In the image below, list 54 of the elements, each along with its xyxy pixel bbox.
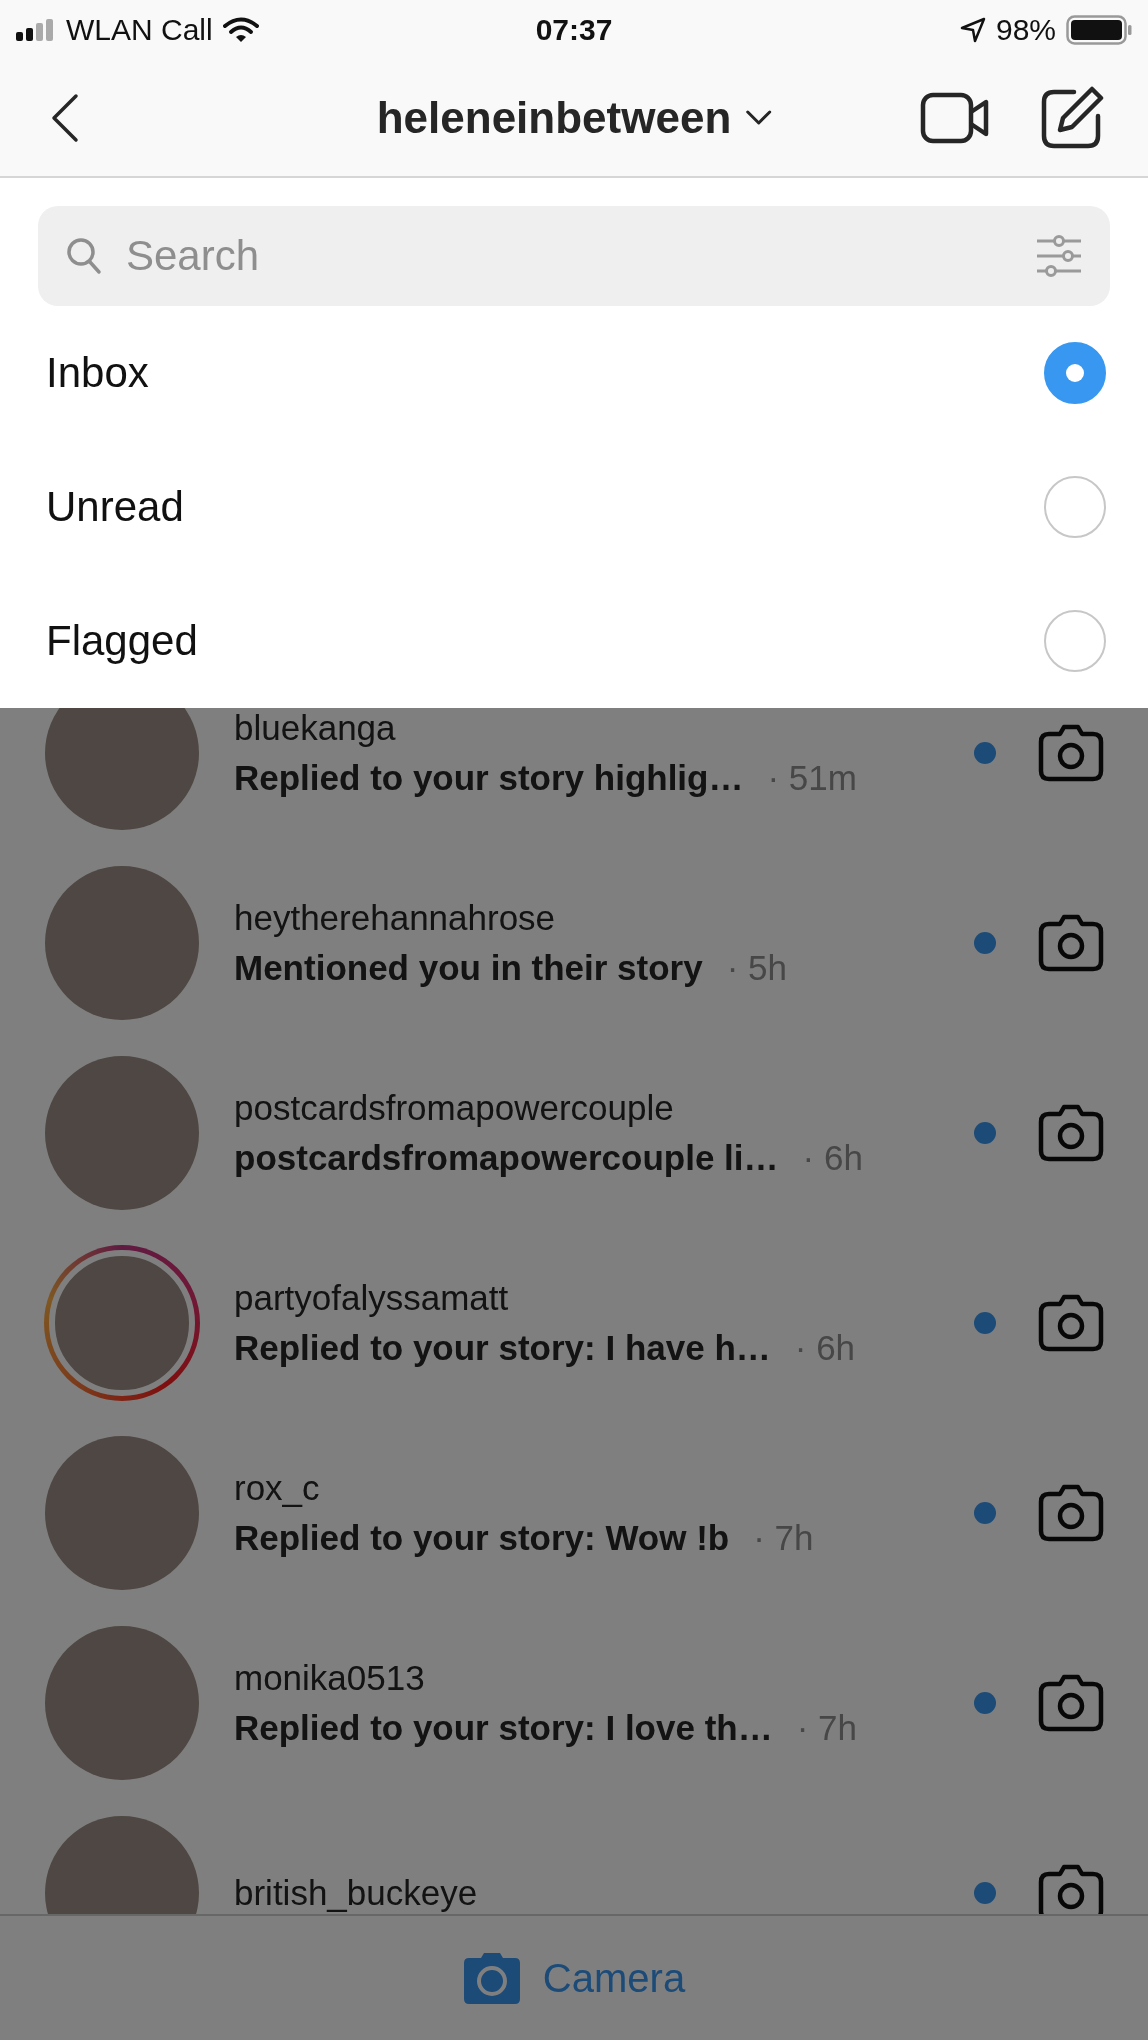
filter-option[interactable]: Unread — [38, 440, 1110, 574]
battery-icon — [1066, 15, 1132, 45]
username: british_buckeye — [234, 1873, 479, 1913]
message-preview: Mentioned you in their story — [234, 948, 703, 988]
camera-icon — [462, 1952, 521, 2004]
camera-icon[interactable] — [1038, 724, 1104, 782]
username: partyofalyssamatt — [234, 1278, 510, 1318]
video-camera-icon[interactable] — [920, 90, 990, 146]
filter-option[interactable]: Inbox — [38, 306, 1110, 440]
username: postcardsfromapowercouple — [234, 1088, 675, 1128]
camera-icon[interactable] — [1038, 1484, 1104, 1542]
username: monika0513 — [234, 1658, 426, 1698]
message-thread[interactable]: rox_c Replied to your story: Wow !b · 7h — [0, 1418, 1148, 1608]
message-preview: Replied to your story: I love th… — [234, 1708, 773, 1748]
timestamp: · 5h — [726, 948, 787, 988]
camera-icon[interactable] — [1038, 1674, 1104, 1732]
timestamp: · 6h — [802, 1138, 863, 1178]
back-button[interactable] — [50, 93, 80, 143]
message-thread[interactable]: postcardsfromapowercouple postcardsfromapowercouple li… · 6h — [0, 1038, 1148, 1228]
filter-option[interactable]: Flagged — [38, 574, 1110, 708]
message-thread[interactable]: monika0513 Replied to your story: I love th… · 7h — [0, 1608, 1148, 1798]
message-preview: postcardsfromapowercouple li… — [234, 1138, 779, 1178]
radio-button[interactable] — [1044, 476, 1106, 538]
wifi-icon — [222, 17, 259, 43]
message-preview: Replied to your story highlig… — [234, 758, 744, 798]
camera-icon[interactable] — [1038, 1294, 1104, 1352]
carrier-text: WLAN Call — [66, 13, 213, 47]
camera-icon[interactable] — [1038, 1104, 1104, 1162]
battery-percent: 98% — [995, 13, 1056, 47]
message-thread[interactable]: bluekanga Replied to your story highlig… · 51m — [0, 708, 1148, 848]
filter-sliders-icon[interactable] — [1036, 235, 1082, 277]
signal-icon — [16, 19, 56, 41]
message-thread[interactable]: partyofalyssamatt Replied to your story: I have h… · 6h — [0, 1228, 1148, 1418]
username: bluekanga — [234, 708, 397, 748]
radio-button[interactable] — [1044, 610, 1106, 672]
search-field[interactable]: Search — [124, 231, 1014, 281]
message-thread[interactable]: heytherehannahrose Mentioned you in their story · 5h — [0, 848, 1148, 1038]
search-icon — [66, 237, 102, 275]
clock-time: 07:37 — [535, 13, 613, 47]
compose-icon[interactable] — [1040, 86, 1104, 150]
location-arrow-icon — [959, 17, 986, 43]
chevron-down-icon — [745, 110, 772, 126]
camera-icon[interactable] — [1038, 1864, 1104, 1914]
timestamp: · 7h — [796, 1708, 857, 1748]
timestamp: · 51m — [767, 758, 857, 798]
message-preview: Replied to your story: I have h… — [234, 1328, 771, 1368]
account-switcher[interactable]: heleneinbetween — [376, 93, 772, 143]
camera-icon[interactable] — [1038, 914, 1104, 972]
message-preview: Replied to your story: Wow !b — [234, 1518, 730, 1558]
username: rox_c — [234, 1468, 321, 1508]
search-bar[interactable]: Search — [38, 206, 1110, 306]
timestamp: · 6h — [794, 1328, 856, 1368]
timestamp: · 7h — [753, 1518, 814, 1558]
username: heytherehannahrose — [234, 898, 557, 938]
